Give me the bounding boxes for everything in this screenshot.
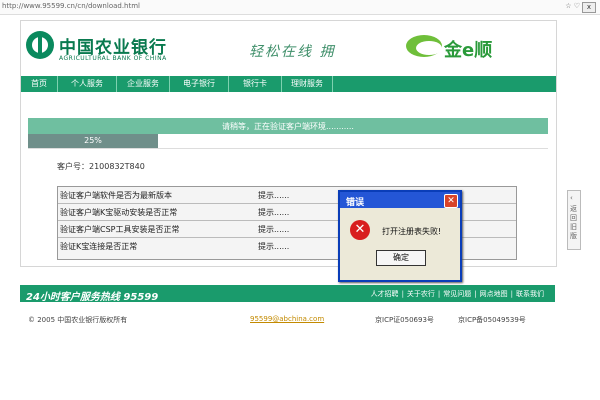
ok-button[interactable]: 确定 [376,250,426,266]
bank-name-en: AGRICULTURAL BANK OF CHINA [59,55,167,62]
browser-toolbar-icons[interactable]: ☆ ♡ [565,2,580,10]
side-return-tab[interactable]: ‹ 返回旧版 [567,190,581,250]
window-close-button[interactable]: x [582,2,596,13]
hotline: 24小时客户服务热线 95599 [26,292,159,303]
footer-link-about[interactable]: 关于农行 [407,290,435,298]
progress-label: 25% [84,136,102,145]
dialog-title: 错误 [346,198,365,208]
nav-item-home[interactable]: 首页 [21,76,58,92]
nav-item-card[interactable]: 银行卡 [229,76,282,92]
main-nav: 首页 个人服务 企业服务 电子银行 银行卡 理财服务 [21,76,556,92]
icp-license: 京ICP证050693号 [375,316,434,324]
footer-link-map[interactable]: 网点地图 [480,290,508,298]
email-link[interactable]: 95599@abchina.com [250,315,324,323]
footer-link-contact[interactable]: 联系我们 [516,290,544,298]
dialog-close-button[interactable]: ✕ [444,194,458,208]
chevron-left-icon: ‹ [570,194,573,202]
nav-item-personal[interactable]: 个人服务 [58,76,117,92]
slogan: 轻松在线 拥 [249,44,336,60]
nav-item-wealth[interactable]: 理财服务 [282,76,333,92]
copyright: © 2005 中国农业银行版权所有 [28,316,128,324]
check-hint: 提示...... [258,242,290,251]
progress-bar: 25% [28,134,548,149]
icp-record: 京ICP备05049539号 [458,316,526,324]
footer-links: 人才招聘 | 关于农行 | 常见问题 | 网点地图 | 联系我们 [370,290,544,298]
page-header: 中国农业银行 AGRICULTURAL BANK OF CHINA 轻松在线 拥… [21,21,556,76]
footer-bar: 24小时客户服务热线 95599 人才招聘 | 关于农行 | 常见问题 | 网点地图 | 联系我… [20,285,555,303]
url-text[interactable]: http://www.95599.cn/cn/download.html [2,2,140,10]
dialog-title-bar[interactable]: 错误 ✕ [340,192,460,208]
verify-status-bar: 请稍等，正在验证客户端环境........... [28,118,548,134]
jin-e-shun-logo: 金e顺 [406,35,536,61]
check-hint: 提示...... [258,225,290,234]
dialog-message: 打开注册表失败! [382,227,442,236]
check-item: 验证K宝连接是否正常 [60,242,138,251]
check-item: 验证客户端K宝驱动安装是否正常 [60,208,178,217]
client-number: 客户号：2100832T840 [57,162,145,171]
check-item: 验证客户端软件是否为最新版本 [60,191,172,200]
error-dialog[interactable]: 错误 ✕ ✕ 打开注册表失败! 确定 [338,190,462,282]
check-hint: 提示...... [258,191,290,200]
footer-link-faq[interactable]: 常见问题 [443,290,471,298]
check-item: 验证客户端CSP工具安装是否正常 [60,225,180,234]
error-icon: ✕ [350,220,370,240]
nav-item-corporate[interactable]: 企业服务 [117,76,170,92]
side-tab-label: 返回旧版 [570,205,577,240]
footer-link-careers[interactable]: 人才招聘 [371,290,399,298]
bank-page: 中国农业银行 AGRICULTURAL BANK OF CHINA 轻松在线 拥… [20,20,557,267]
check-hint: 提示...... [258,208,290,217]
browser-address-bar[interactable]: http://www.95599.cn/cn/download.html ☆ ♡… [0,0,600,15]
abc-logo-icon [26,31,54,59]
nav-item-ebank[interactable]: 电子银行 [170,76,229,92]
product-name: 金e顺 [444,40,493,61]
verify-status-text: 请稍等，正在验证客户端环境........... [222,122,354,131]
progress-fill: 25% [28,134,158,148]
